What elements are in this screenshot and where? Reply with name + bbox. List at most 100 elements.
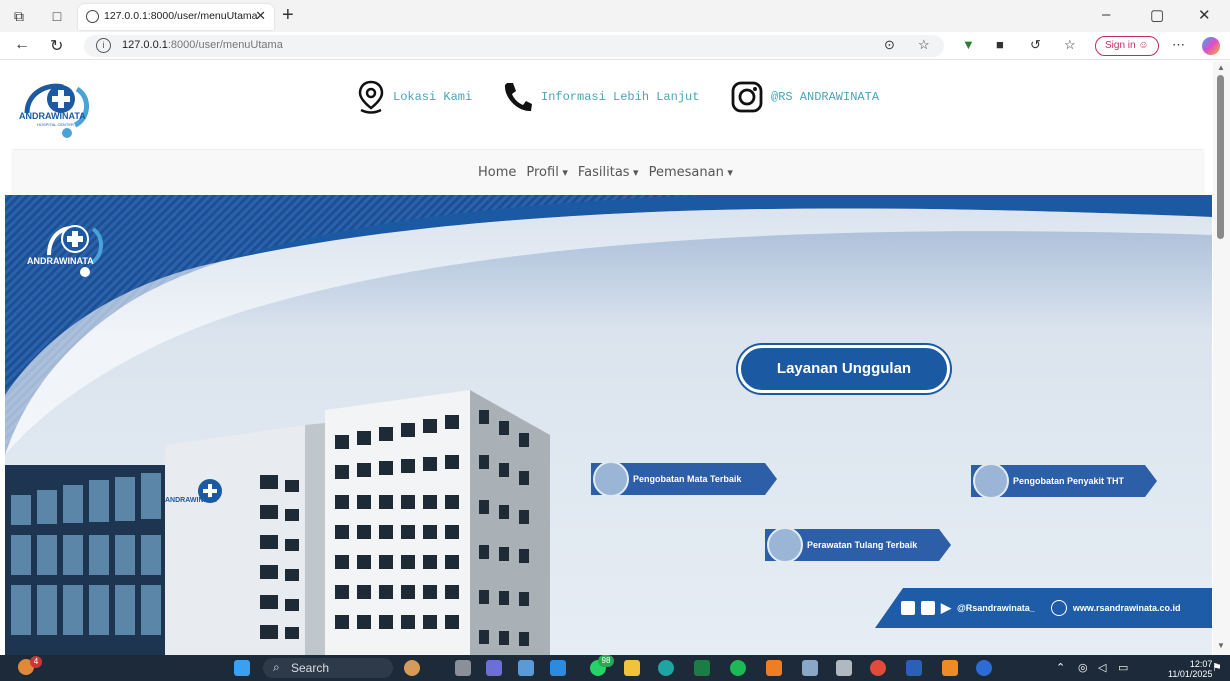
location-link[interactable]: Lokasi Kami xyxy=(357,80,472,114)
site-info-icon[interactable]: i xyxy=(96,38,111,53)
scroll-up-icon[interactable]: ▲ xyxy=(1217,63,1225,72)
service-tht-label: Pengobatan Penyakit THT xyxy=(1013,476,1125,486)
scroll-down-icon[interactable]: ▼ xyxy=(1217,641,1225,650)
info-link[interactable]: Informasi Lebih Lanjut xyxy=(501,80,699,114)
sublime-icon[interactable] xyxy=(766,660,782,676)
tray-chevron-icon[interactable]: ⌃ xyxy=(1056,661,1065,674)
main-navbar: Home Profil Fasilitas Pemesanan xyxy=(13,149,1203,195)
extension-icon[interactable]: ■ xyxy=(996,37,1004,52)
task-view-icon[interactable] xyxy=(455,660,471,676)
browser-window: ⧉ □ 127.0.0.1:8000/user/menuUtama ✕ + – … xyxy=(0,0,1230,655)
scrollbar-thumb[interactable] xyxy=(1217,75,1224,239)
refresh-button[interactable]: ↻ xyxy=(50,36,63,56)
web-page: ANDRAWINATA HOSPITAL CENTER Lokasi Kami … xyxy=(5,61,1212,655)
reader-icon[interactable]: ⊙ xyxy=(884,37,895,53)
instagram-icon xyxy=(731,81,763,113)
favorites-icon[interactable]: ☆ xyxy=(1064,37,1076,53)
instagram-label: @RS ANDRAWINATA xyxy=(771,90,880,104)
excel-icon[interactable] xyxy=(694,660,710,676)
copilot-icon[interactable] xyxy=(1202,37,1220,55)
more-menu-icon[interactable]: ⋯ xyxy=(1172,37,1185,53)
web-globe-icon xyxy=(1050,600,1067,616)
store-icon[interactable] xyxy=(518,660,534,676)
new-tab-button[interactable]: + xyxy=(282,4,294,27)
logo-subtext: HOSPITAL CENTER xyxy=(37,122,74,127)
notification-bell-icon[interactable]: ⚑ xyxy=(1212,661,1222,674)
xampp-icon[interactable] xyxy=(942,660,958,676)
eye-icon xyxy=(593,461,629,497)
vscode-icon[interactable] xyxy=(550,660,566,676)
logo-text: ANDRAWINATA xyxy=(19,111,86,121)
close-window-button[interactable]: ✕ xyxy=(1198,6,1211,24)
file-explorer-icon[interactable] xyxy=(624,660,640,676)
edge-icon[interactable] xyxy=(658,660,674,676)
notification-badge: 4 xyxy=(30,656,42,668)
shield-icon[interactable]: ▼ xyxy=(962,37,975,52)
service-perawatan-tulang[interactable]: Perawatan Tulang Terbaik xyxy=(765,529,951,561)
search-icon: ⌕ xyxy=(273,660,280,674)
hero-logo-text: ANDRAWINATA xyxy=(27,256,94,266)
location-pin-icon xyxy=(358,80,384,114)
building-logo-text: ANDRAWINATA xyxy=(165,497,217,504)
ent-head-icon xyxy=(973,463,1009,499)
close-tab-icon[interactable]: ✕ xyxy=(255,8,266,24)
hospital-logo[interactable]: ANDRAWINATA HOSPITAL CENTER xyxy=(17,75,97,139)
battery-icon[interactable]: ▭ xyxy=(1118,661,1128,674)
minimize-button[interactable]: – xyxy=(1102,6,1110,23)
tab-bar: ⧉ □ 127.0.0.1:8000/user/menuUtama ✕ + – … xyxy=(0,0,1230,32)
instagram-small-icon[interactable] xyxy=(901,601,915,615)
spotify-icon[interactable] xyxy=(730,660,746,676)
url-text: 127.0.0.1:8000/user/menuUtama xyxy=(122,39,283,51)
nav-fasilitas-dropdown[interactable]: Fasilitas xyxy=(578,165,639,180)
globe-icon xyxy=(86,10,99,23)
teams-icon[interactable] xyxy=(486,660,502,676)
tab-actions-icon[interactable]: □ xyxy=(48,7,66,25)
sync-icon[interactable]: ↺ xyxy=(1030,37,1041,53)
back-button[interactable]: ← xyxy=(14,36,30,54)
sign-in-button[interactable]: Sign in ☺ xyxy=(1095,36,1159,56)
facebook-icon[interactable] xyxy=(921,601,935,615)
start-icon[interactable] xyxy=(234,660,250,676)
app-icon[interactable] xyxy=(802,660,818,676)
volume-icon[interactable]: ◁ xyxy=(1098,661,1106,674)
search-label: Search xyxy=(291,661,330,675)
wifi-icon[interactable]: ◎ xyxy=(1078,661,1088,674)
zoom-icon[interactable] xyxy=(976,660,992,676)
service-tulang-label: Perawatan Tulang Terbaik xyxy=(807,540,918,550)
taskbar-clock[interactable]: 12:07 11/01/2025 xyxy=(1168,659,1212,679)
url-host: 127.0.0.1 xyxy=(122,39,168,51)
tab-title: 127.0.0.1:8000/user/menuUtama xyxy=(104,10,258,22)
phone-icon xyxy=(504,83,532,112)
whatsapp-badge: 98 xyxy=(598,655,614,667)
word-icon[interactable] xyxy=(906,660,922,676)
location-label: Lokasi Kami xyxy=(393,90,473,104)
nav-pemesanan-dropdown[interactable]: Pemesanan xyxy=(649,165,733,180)
workspaces-icon[interactable]: ⧉ xyxy=(10,7,28,25)
address-bar: ← ↻ i 127.0.0.1:8000/user/menuUtama ⊙ ☆ … xyxy=(0,32,1230,60)
service-pengobatan-tht[interactable]: Pengobatan Penyakit THT xyxy=(971,465,1157,497)
tab-active[interactable]: 127.0.0.1:8000/user/menuUtama ✕ xyxy=(78,4,274,30)
bone-icon xyxy=(767,527,803,563)
chrome-icon[interactable] xyxy=(870,660,886,676)
nav-profil-dropdown[interactable]: Profil xyxy=(526,165,567,180)
twitter-icon[interactable]: ▶ xyxy=(941,600,951,616)
nav-home[interactable]: Home xyxy=(478,165,516,180)
layanan-unggulan-badge[interactable]: Layanan Unggulan xyxy=(738,345,950,393)
service-pengobatan-mata[interactable]: Pengobatan Mata Terbaik xyxy=(591,463,777,495)
taskbar-search[interactable]: ⌕ Search xyxy=(263,658,393,678)
instagram-link[interactable]: @RS ANDRAWINATA xyxy=(731,80,879,114)
clock-date: 11/01/2025 xyxy=(1168,669,1213,679)
package-icon[interactable] xyxy=(836,660,852,676)
favorite-star-icon[interactable]: ☆ xyxy=(918,37,930,53)
sign-in-label: Sign in xyxy=(1105,40,1136,51)
search-highlight-icon[interactable] xyxy=(404,660,420,676)
nav-menu: Home Profil Fasilitas Pemesanan xyxy=(478,165,733,180)
hero-background: ANDRAWINATA ANDRAWINATA xyxy=(5,195,1212,655)
service-mata-label: Pengobatan Mata Terbaik xyxy=(633,474,742,484)
site-header: ANDRAWINATA HOSPITAL CENTER Lokasi Kami … xyxy=(5,61,1212,145)
clock-time: 12:07 xyxy=(1189,659,1213,669)
url-field[interactable]: i 127.0.0.1:8000/user/menuUtama ⊙ ☆ xyxy=(84,35,944,57)
social-handle: @Rsandrawinata_ xyxy=(957,603,1035,613)
page-scrollbar[interactable]: ▲ ▼ xyxy=(1213,61,1230,655)
restore-button[interactable]: ▢ xyxy=(1150,6,1164,24)
